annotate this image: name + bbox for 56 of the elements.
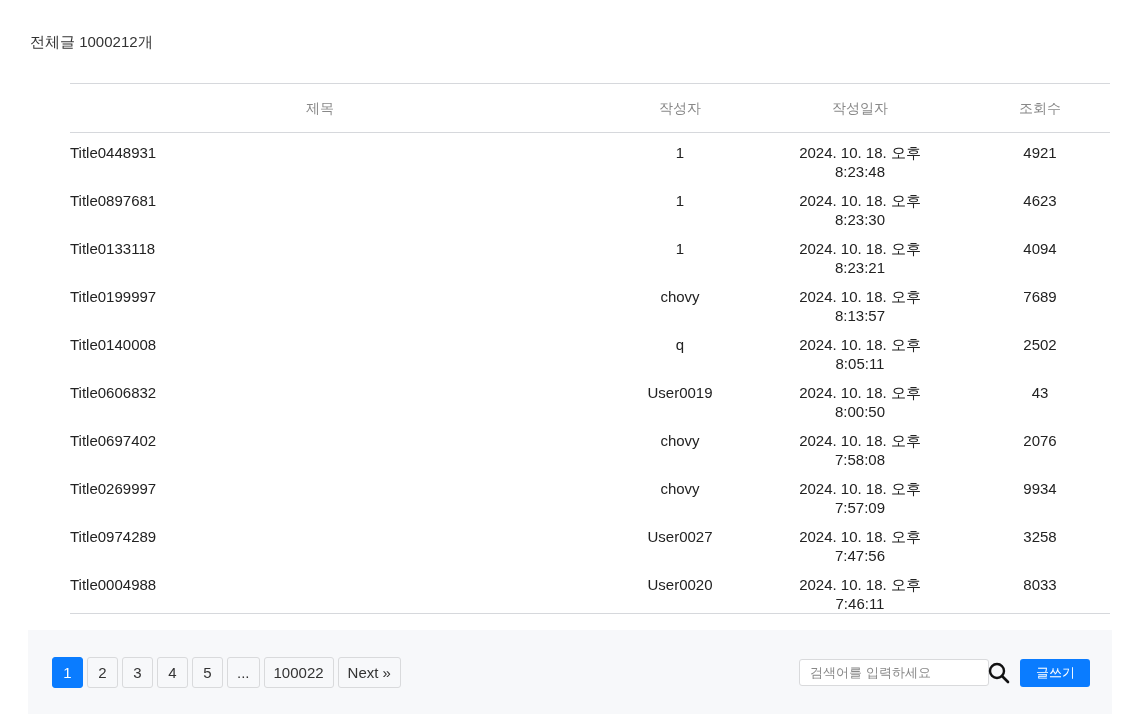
table-cell: chovy — [660, 480, 700, 497]
search-icon[interactable] — [988, 661, 1010, 684]
table-cell: 1 — [675, 192, 685, 209]
page-button[interactable]: 5 — [192, 657, 223, 688]
post-title-link[interactable]: Title0448931 — [70, 144, 157, 161]
table-cell: 2024. 10. 18. 오후 8:23:48 — [799, 144, 921, 180]
table-cell: 3258 — [1023, 528, 1057, 545]
page-button[interactable]: ... — [227, 657, 260, 688]
write-button[interactable]: 글쓰기 — [1020, 658, 1090, 687]
page-button[interactable]: Next » — [337, 657, 401, 688]
table-cell: 4921 — [1023, 144, 1057, 161]
table-cell: chovy — [660, 288, 700, 305]
table-cell: 7689 — [1023, 288, 1057, 305]
table-cell: 2024. 10. 18. 오후 8:23:21 — [799, 240, 921, 276]
table-cell: 2024. 10. 18. 오후 7:46:11 — [799, 576, 921, 612]
column-header: 조회수 — [1019, 99, 1061, 116]
search-field[interactable]: 검색어를 입력하세요 — [799, 659, 989, 686]
page-button[interactable]: 4 — [157, 657, 188, 688]
post-title-link[interactable]: Title0697402 — [70, 432, 157, 449]
table-cell: 2502 — [1023, 336, 1057, 353]
post-title-link[interactable]: Title0269997 — [70, 480, 157, 497]
table-cell: 1 — [675, 240, 685, 257]
post-title-link[interactable]: Title0199997 — [70, 288, 157, 305]
page-button[interactable]: 2 — [87, 657, 118, 688]
page-button[interactable]: 3 — [122, 657, 153, 688]
table-cell: 43 — [1031, 384, 1049, 401]
post-title-link[interactable]: Title0606832 — [70, 384, 157, 401]
page-button[interactable]: 100022 — [263, 657, 334, 688]
post-title-link[interactable]: Title0140008 — [70, 336, 157, 353]
table-cell: 9934 — [1023, 480, 1057, 497]
table-cell: chovy — [660, 432, 700, 449]
table-cell: 4623 — [1023, 192, 1057, 209]
page-button[interactable]: 1 — [52, 657, 83, 688]
table-cell: 2024. 10. 18. 오후 7:47:56 — [799, 528, 921, 564]
table-cell: 2024. 10. 18. 오후 8:13:57 — [799, 288, 921, 324]
table-cell: User0019 — [647, 384, 713, 401]
table-cell: 8033 — [1023, 576, 1057, 593]
table-cell: 2024. 10. 18. 오후 8:00:50 — [799, 384, 921, 420]
post-title-link[interactable]: Title0133118 — [70, 240, 156, 257]
column-header: 제목 — [306, 99, 334, 116]
table-cell: 2024. 10. 18. 오후 7:58:08 — [799, 432, 921, 468]
post-count: 전체글 1000212개 — [30, 32, 154, 52]
table-cell: 2024. 10. 18. 오후 8:05:11 — [799, 336, 921, 372]
table-cell: 2076 — [1023, 432, 1057, 449]
post-title-link[interactable]: Title0974289 — [70, 528, 157, 545]
column-header: 작성자 — [659, 99, 701, 116]
table-cell: 4094 — [1023, 240, 1057, 257]
table-cell: 1 — [675, 144, 685, 161]
post-title-link[interactable]: Title0897681 — [70, 192, 157, 209]
table-cell: User0027 — [647, 528, 713, 545]
table-cell: 2024. 10. 18. 오후 8:23:30 — [799, 192, 921, 228]
column-header: 작성일자 — [832, 99, 888, 116]
table-cell: User0020 — [647, 576, 713, 593]
post-title-link[interactable]: Title0004988 — [70, 576, 157, 593]
table-cell: q — [675, 336, 685, 353]
table-cell: 2024. 10. 18. 오후 7:57:09 — [799, 480, 921, 516]
